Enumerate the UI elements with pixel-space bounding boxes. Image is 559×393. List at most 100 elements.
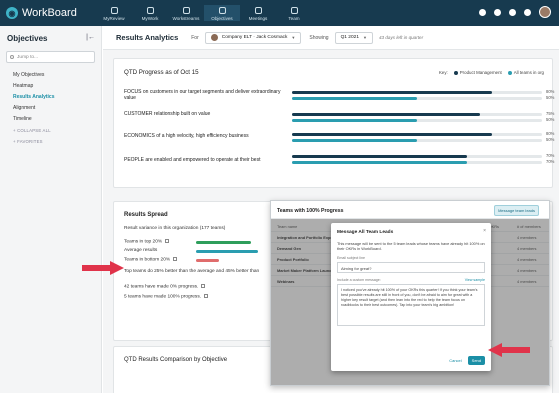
- progress-fill-pm: [292, 133, 492, 136]
- message-team-leads-button[interactable]: Message team leads: [494, 205, 539, 216]
- spread-row-label: Teams in top 20%: [124, 239, 170, 245]
- progress-bar: [292, 91, 542, 94]
- spread-bar: [196, 250, 258, 253]
- pct-label: 70%: [546, 159, 555, 164]
- progress-fill-pm: [292, 91, 492, 94]
- sidebar-section-favorites[interactable]: + FAVORITES: [0, 135, 101, 146]
- nav-item-objectives[interactable]: Objectives: [204, 5, 240, 21]
- nav-label: MyWork: [141, 16, 159, 21]
- days-left: 43 days left in quarter: [378, 35, 424, 40]
- objective-text: PEOPLE are enabled and empowered to oper…: [124, 157, 261, 163]
- chevron-down-icon: ▼: [291, 35, 296, 40]
- close-icon[interactable]: ×: [483, 228, 486, 234]
- nav-item-team[interactable]: Team: [276, 5, 312, 21]
- notifications-icon[interactable]: [509, 8, 516, 16]
- sidebar-item-results-analytics[interactable]: Results Analytics: [0, 91, 101, 102]
- highlight-arrow: [82, 261, 124, 275]
- nav-item-workstreams[interactable]: Workstreams: [168, 5, 204, 21]
- search-icon[interactable]: [494, 8, 501, 16]
- subject-label: Email subject line: [337, 256, 365, 261]
- info-icon[interactable]: [173, 257, 178, 261]
- logo-icon: ◉: [6, 7, 18, 19]
- variance-text: Result variance in this organization (17…: [124, 226, 226, 231]
- message-team-leads-modal: Message All Team Leads × This message wi…: [331, 223, 491, 371]
- workboard-logo[interactable]: ◉ WorkBoard: [0, 7, 96, 19]
- settings-icon[interactable]: [524, 8, 531, 16]
- email-subject-field[interactable]: Aiming for great?: [337, 262, 485, 274]
- progress-bar: [292, 119, 542, 122]
- collapse-sidebar-icon[interactable]: |←: [86, 34, 95, 41]
- progress-bar: [292, 161, 542, 164]
- sidebar-section-collapse-all[interactable]: + COLLAPSE ALL: [0, 124, 101, 135]
- view-sample-link[interactable]: View sample: [465, 278, 485, 282]
- showing-label: Showing: [309, 34, 329, 41]
- full-progress-text[interactable]: 5 teams have made 100% progress.: [124, 294, 209, 300]
- progress-fill-org: [292, 161, 467, 164]
- card-title: QTD Results Comparison by Objective: [124, 357, 228, 363]
- section-label: COLLAPSE ALL: [17, 128, 51, 133]
- external-link-icon: [201, 284, 206, 288]
- info-icon[interactable]: [165, 239, 170, 243]
- for-label: For: [191, 34, 199, 41]
- logo-text: WorkBoard: [22, 7, 77, 19]
- pct-label: 50%: [546, 137, 555, 142]
- card-title: QTD Progress as of Oct 15: [124, 69, 199, 76]
- page-header: Results Analytics For Company ELT · Jack…: [103, 26, 559, 50]
- spread-row-label: Teams in bottom 20%: [124, 257, 178, 263]
- sidebar-item-timeline[interactable]: Timeline: [0, 113, 101, 124]
- spread-row-label: Average results: [124, 248, 158, 253]
- zero-progress-text[interactable]: 42 teams have made 0% progress.: [124, 284, 206, 289]
- progress-fill-pm: [292, 155, 467, 158]
- jump-to-input[interactable]: Jump to...: [6, 51, 95, 63]
- legend-item: Product Management: [453, 70, 502, 75]
- nav-label: Workstreams: [172, 16, 200, 21]
- team-selector[interactable]: Company ELT · Jack Cosmack ▼: [204, 31, 302, 44]
- cancel-button[interactable]: Cancel: [449, 358, 461, 363]
- progress-bar: [292, 155, 542, 158]
- pct-label: 50%: [546, 95, 555, 100]
- pct-label: 80%: [546, 131, 555, 136]
- user-avatar[interactable]: [539, 6, 551, 18]
- row-label: Teams in top 20%: [124, 239, 163, 245]
- progress-bar: [292, 139, 542, 142]
- modal-title: Message All Team Leads: [337, 230, 394, 235]
- overlay-title: Teams with 100% Progress Message team le…: [271, 201, 549, 219]
- progress-bar: [292, 97, 542, 100]
- card-title: Results Spread: [124, 212, 168, 218]
- sidebar-item-my-objectives[interactable]: My Objectives: [0, 69, 101, 80]
- sidebar-item-heatmap[interactable]: Heatmap: [0, 80, 101, 91]
- sidebar-item-alignment[interactable]: Alignment: [0, 102, 101, 113]
- spread-bar: [196, 241, 251, 244]
- nav-label: Team: [288, 16, 300, 21]
- add-icon[interactable]: [479, 8, 486, 16]
- progress-bar: [292, 113, 542, 116]
- sidebar: Objectives |← Jump to... My Objectives H…: [0, 26, 102, 393]
- objectives-icon: [218, 7, 226, 14]
- overlay-title-text: Teams with 100% Progress: [277, 208, 344, 214]
- team-lead-avatar: [210, 34, 218, 41]
- pct-label: 75%: [546, 111, 555, 116]
- custom-message-textarea[interactable]: I noticed you've already hit 100% of you…: [337, 284, 485, 327]
- comparison-text: Top teams do 25% better than the average…: [124, 269, 260, 274]
- work-icon: [146, 7, 154, 14]
- quarter-selector[interactable]: Q1 2021 ▼: [334, 31, 373, 44]
- qtd-progress-card: QTD Progress as of Oct 15 Key: Product M…: [113, 58, 555, 188]
- legend: Key: Product Management All teams in org: [439, 70, 544, 75]
- row-label: Teams in bottom 20%: [124, 257, 171, 263]
- search-icon: [10, 55, 14, 59]
- send-button[interactable]: Send: [467, 356, 485, 365]
- team-icon: [290, 7, 298, 14]
- nav-item-myreview[interactable]: MyReview: [96, 5, 132, 21]
- meetings-icon: [254, 7, 262, 14]
- nav-item-mywork[interactable]: MyWork: [132, 5, 168, 21]
- send-highlight-arrow: [488, 343, 530, 357]
- nav-label: Objectives: [211, 16, 233, 21]
- nav-item-meetings[interactable]: Meetings: [240, 5, 276, 21]
- review-icon: [110, 7, 118, 14]
- app-root: ◉ WorkBoard MyReview MyWork Workstreams …: [0, 0, 559, 393]
- progress-fill-org: [292, 97, 417, 100]
- nav-items: MyReview MyWork Workstreams Objectives M…: [96, 5, 312, 21]
- full-progress-label: 5 teams have made 100% progress.: [124, 294, 202, 300]
- section-label: FAVORITES: [17, 139, 43, 144]
- progress-fill-org: [292, 139, 417, 142]
